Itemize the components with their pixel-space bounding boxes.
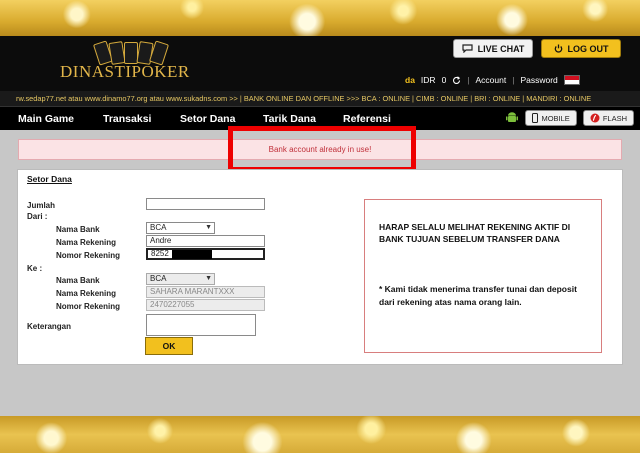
logo-text: DINASTIPOKER <box>60 62 190 81</box>
gold-background-bottom <box>0 416 640 453</box>
divider: | <box>512 75 515 85</box>
jumlah-label: Jumlah <box>27 201 56 210</box>
ke-bank-label: Nama Bank <box>56 276 100 285</box>
indonesia-flag-icon[interactable] <box>563 75 580 85</box>
android-icon[interactable] <box>505 111 519 125</box>
account-link[interactable]: Account <box>476 75 507 85</box>
content-area: Bank account already in use! Setor Dana … <box>0 126 640 416</box>
announcement-marquee: rw.sedap77.net atau www.dinamo77.org ata… <box>0 91 640 106</box>
deposit-panel: Setor Dana Jumlah Dari : Nama Bank BCA ▼… <box>17 169 623 365</box>
dari-bank-value: BCA <box>150 223 167 232</box>
site-header: DINASTIPOKER LIVE CHAT LOG OUT da IDR 0 … <box>0 36 640 91</box>
chevron-down-icon: ▼ <box>205 224 212 231</box>
balance-value: 0 <box>441 75 447 85</box>
site-logo[interactable]: DINASTIPOKER <box>60 40 200 86</box>
ok-button[interactable]: OK <box>145 337 193 355</box>
phone-icon <box>532 113 539 123</box>
live-chat-label: LIVE CHAT <box>477 43 525 54</box>
notice-heading: HARAP SELALU MELIHAT REKENING AKTIF DI B… <box>379 222 571 244</box>
platform-buttons: MOBILE FLASH <box>505 110 634 126</box>
chat-bubble-icon <box>461 44 473 53</box>
username: da <box>405 75 415 85</box>
ke-rekening-input: SAHARA MARANTXXX <box>146 286 265 298</box>
error-highlight-box <box>228 126 416 172</box>
ke-nomor-input: 2470227055 <box>146 299 265 311</box>
password-link[interactable]: Password <box>520 75 557 85</box>
dari-label: Dari : <box>27 212 48 221</box>
live-chat-button[interactable]: LIVE CHAT <box>453 39 533 58</box>
keterangan-label: Keterangan <box>27 322 72 331</box>
nav-transaksi[interactable]: Transaksi <box>103 107 151 131</box>
ke-label: Ke : <box>27 264 43 273</box>
power-icon <box>554 44 562 53</box>
dari-nomor-value: 8252 <box>151 249 169 258</box>
flash-label: FLASH <box>602 113 627 123</box>
divider: | <box>467 75 470 85</box>
ke-bank-value: BCA <box>150 274 167 283</box>
currency-label: IDR <box>420 75 436 85</box>
panel-title: Setor Dana <box>27 174 72 184</box>
logout-button[interactable]: LOG OUT <box>541 39 621 58</box>
dari-nomor-label: Nomor Rekening <box>56 251 121 260</box>
redaction-bar <box>172 250 212 259</box>
dari-rekening-input[interactable]: Andre <box>146 235 265 247</box>
mobile-button[interactable]: MOBILE <box>525 110 577 126</box>
notice-body: * Kami tidak menerima transfer tunai dan… <box>379 284 577 307</box>
mobile-label: MOBILE <box>541 113 570 123</box>
notice-box: HARAP SELALU MELIHAT REKENING AKTIF DI B… <box>364 199 602 353</box>
keterangan-textarea[interactable] <box>146 314 256 336</box>
gold-background-top <box>0 0 640 36</box>
dari-nomor-input[interactable]: 8252 <box>146 248 265 260</box>
dari-bank-label: Nama Bank <box>56 225 100 234</box>
jumlah-input[interactable] <box>146 198 265 210</box>
user-bar: da IDR 0 | Account | Password <box>405 73 580 87</box>
dari-rekening-label: Nama Rekening <box>56 238 117 247</box>
flash-icon <box>590 113 600 123</box>
refresh-icon[interactable] <box>452 75 461 85</box>
chevron-down-icon: ▼ <box>205 275 212 282</box>
logout-label: LOG OUT <box>567 43 609 54</box>
ke-nomor-label: Nomor Rekening <box>56 302 121 311</box>
ke-bank-select[interactable]: BCA ▼ <box>146 273 215 285</box>
nav-main-game[interactable]: Main Game <box>18 107 74 131</box>
ke-rekening-label: Nama Rekening <box>56 289 117 298</box>
dari-bank-select[interactable]: BCA ▼ <box>146 222 215 234</box>
flash-button[interactable]: FLASH <box>582 110 634 126</box>
